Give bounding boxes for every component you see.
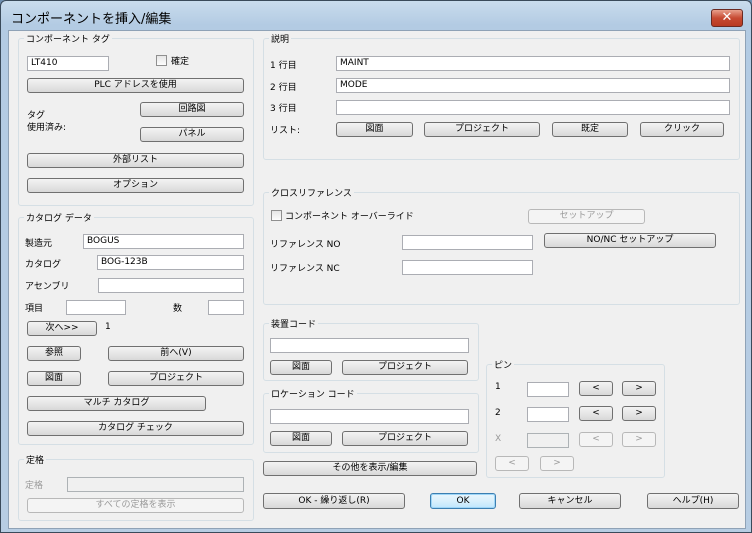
show-all-ratings-button: すべての定格を表示 bbox=[27, 498, 244, 513]
close-icon: ✕ bbox=[721, 10, 733, 25]
catalog-check-button[interactable]: カタログ チェック bbox=[27, 421, 244, 436]
catalog-project-button[interactable]: プロジェクト bbox=[108, 371, 244, 386]
dialog-client: コンポーネント タグ LT410 確定 PLC アドレスを使用 タグ 使用済み:… bbox=[8, 30, 746, 529]
panel-button[interactable]: パネル bbox=[140, 127, 244, 142]
options-button[interactable]: オプション bbox=[27, 178, 244, 193]
pin-row1-prev-button[interactable]: < bbox=[579, 381, 613, 396]
pin-nav-next-button: > bbox=[540, 456, 574, 471]
chevron-right-icon: > bbox=[553, 458, 561, 468]
line1-input[interactable]: MAINT bbox=[336, 56, 730, 71]
override-checkbox[interactable] bbox=[271, 210, 282, 221]
defaults-button[interactable]: 既定 bbox=[552, 122, 628, 137]
pin-rowx-input bbox=[527, 433, 569, 448]
pin-row1-label: 1 bbox=[495, 382, 501, 392]
ok-repeat-button[interactable]: OK - 繰り返し(R) bbox=[263, 493, 405, 509]
line3-label: 3 行目 bbox=[270, 104, 297, 114]
chevron-right-icon: > bbox=[635, 383, 643, 393]
close-button[interactable]: ✕ bbox=[711, 9, 743, 27]
chevron-right-icon: > bbox=[635, 434, 643, 444]
title-bar[interactable]: コンポーネントを挿入/編集 ✕ bbox=[1, 1, 751, 29]
installation-project-button[interactable]: プロジェクト bbox=[342, 360, 468, 375]
line2-input[interactable]: MODE bbox=[336, 78, 730, 93]
cancel-button[interactable]: キャンセル bbox=[519, 493, 621, 509]
pin-rowx-label: X bbox=[495, 434, 502, 444]
line2-label: 2 行目 bbox=[270, 83, 297, 93]
fixed-checkbox[interactable] bbox=[156, 55, 167, 66]
pick-button[interactable]: クリック bbox=[640, 122, 724, 137]
ref-nc-label: リファレンス NC bbox=[270, 264, 340, 274]
assembly-input[interactable] bbox=[98, 278, 244, 293]
ref-no-input[interactable] bbox=[402, 235, 533, 250]
pins-legend: ピン bbox=[492, 358, 515, 371]
manufacturer-label: 製造元 bbox=[25, 239, 53, 249]
show-edit-other-button[interactable]: その他を表示/編集 bbox=[263, 461, 477, 476]
ok-button[interactable]: OK bbox=[430, 493, 496, 509]
next-button[interactable]: 次へ>> bbox=[27, 321, 97, 336]
pin-rowx-next-button: > bbox=[622, 432, 656, 447]
chevron-left-icon: < bbox=[592, 408, 600, 418]
chevron-left-icon: < bbox=[592, 434, 600, 444]
catalog-label: カタログ bbox=[25, 260, 62, 270]
schematic-button[interactable]: 回路図 bbox=[140, 102, 244, 117]
fixed-label: 確定 bbox=[171, 57, 190, 67]
catalog-drawing-button[interactable]: 図面 bbox=[27, 371, 81, 386]
tag-input[interactable]: LT410 bbox=[27, 56, 109, 71]
assembly-label: アセンブリ bbox=[25, 282, 70, 292]
lookup-button[interactable]: 参照 bbox=[27, 346, 81, 361]
tags-used-label: タグ 使用済み: bbox=[27, 111, 67, 133]
installation-drawing-button[interactable]: 図面 bbox=[270, 360, 332, 375]
description-project-button[interactable]: プロジェクト bbox=[424, 122, 540, 137]
pin-row2-label: 2 bbox=[495, 408, 501, 418]
pin-row1-input[interactable] bbox=[527, 382, 569, 397]
location-code-legend: ロケーション コード bbox=[269, 387, 357, 400]
location-drawing-button[interactable]: 図面 bbox=[270, 431, 332, 446]
count-label: 数 bbox=[173, 304, 183, 314]
manufacturer-input[interactable]: BOGUS bbox=[83, 234, 244, 249]
rating-input bbox=[67, 477, 244, 492]
chevron-right-icon: > bbox=[635, 408, 643, 418]
installation-code-input[interactable] bbox=[270, 338, 469, 353]
rating-label: 定格 bbox=[25, 481, 44, 491]
pin-row2-input[interactable] bbox=[527, 407, 569, 422]
catalog-legend: カタログ データ bbox=[24, 211, 94, 224]
next-value: 1 bbox=[105, 322, 111, 332]
plc-address-button[interactable]: PLC アドレスを使用 bbox=[27, 78, 244, 93]
external-list-button[interactable]: 外部リスト bbox=[27, 153, 244, 168]
item-label: 項目 bbox=[25, 304, 44, 314]
multi-catalog-button[interactable]: マルチ カタログ bbox=[27, 396, 206, 411]
help-button[interactable]: ヘルプ(H) bbox=[647, 493, 739, 509]
list-label: リスト: bbox=[270, 126, 301, 136]
location-project-button[interactable]: プロジェクト bbox=[342, 431, 468, 446]
chevron-left-icon: < bbox=[508, 458, 516, 468]
window-title: コンポーネントを挿入/編集 bbox=[11, 12, 172, 27]
pin-row2-next-button[interactable]: > bbox=[622, 406, 656, 421]
pin-row2-prev-button[interactable]: < bbox=[579, 406, 613, 421]
pin-row1-next-button[interactable]: > bbox=[622, 381, 656, 396]
previous-button[interactable]: 前へ(V) bbox=[108, 346, 244, 361]
nonc-setup-button[interactable]: NO/NC セットアップ bbox=[544, 233, 716, 248]
description-drawing-button[interactable]: 図面 bbox=[336, 122, 413, 137]
ref-no-label: リファレンス NO bbox=[270, 240, 341, 250]
component-tag-legend: コンポーネント タグ bbox=[24, 32, 112, 45]
line1-label: 1 行目 bbox=[270, 61, 297, 71]
chevron-left-icon: < bbox=[592, 383, 600, 393]
override-label: コンポーネント オーバーライド bbox=[285, 212, 414, 222]
ref-nc-input[interactable] bbox=[402, 260, 533, 275]
item-input[interactable] bbox=[66, 300, 126, 315]
description-legend: 説明 bbox=[269, 32, 292, 45]
pin-nav-prev-button: < bbox=[495, 456, 529, 471]
pin-rowx-prev-button: < bbox=[579, 432, 613, 447]
count-input[interactable] bbox=[208, 300, 244, 315]
rating-legend: 定格 bbox=[24, 453, 47, 466]
catalog-input[interactable]: BOG-123B bbox=[97, 255, 244, 270]
setup-button: セットアップ bbox=[528, 209, 645, 224]
cross-reference-legend: クロスリファレンス bbox=[269, 186, 354, 199]
line3-input[interactable] bbox=[336, 100, 730, 115]
dialog-window: コンポーネントを挿入/編集 ✕ コンポーネント タグ LT410 確定 PLC … bbox=[0, 0, 752, 533]
location-code-input[interactable] bbox=[270, 409, 469, 424]
installation-code-legend: 装置コード bbox=[269, 317, 319, 330]
